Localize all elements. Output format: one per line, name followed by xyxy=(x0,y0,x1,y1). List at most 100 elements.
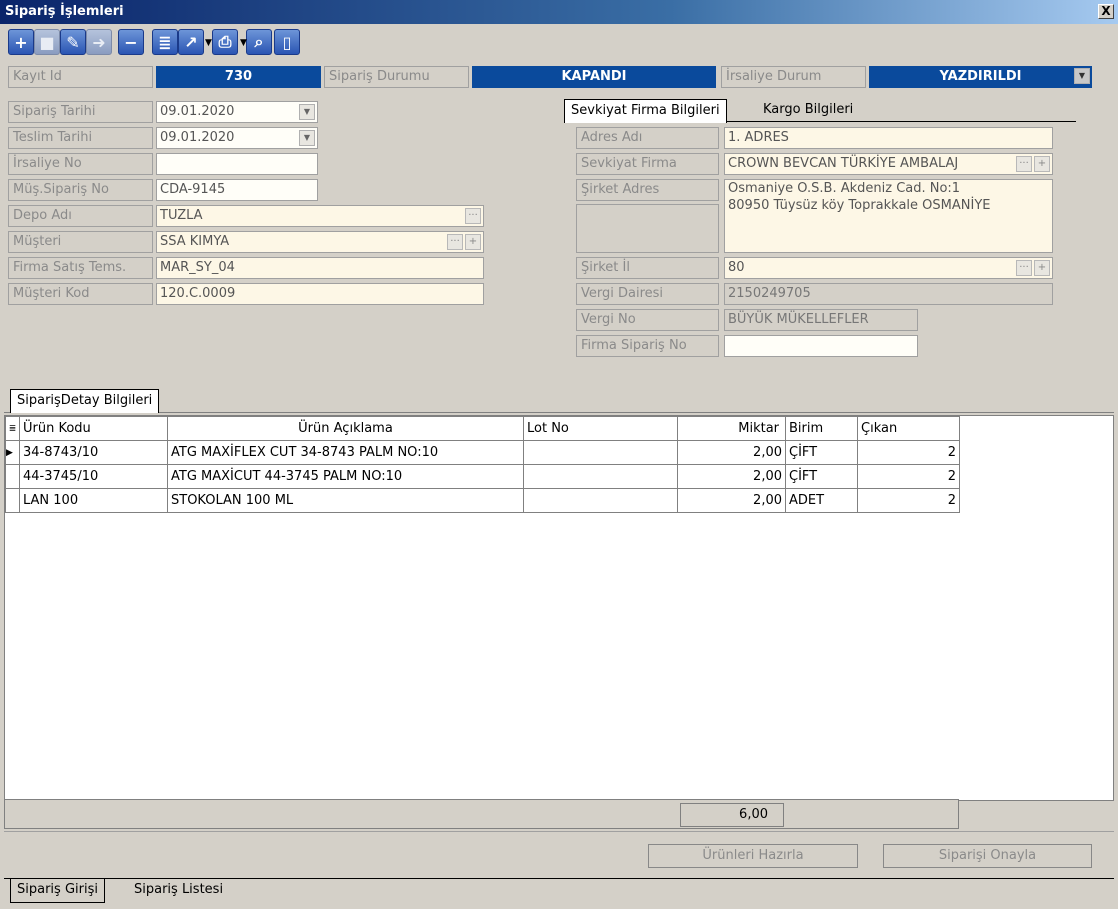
tab-siparis-detay[interactable]: SiparişDetay Bilgileri xyxy=(10,389,160,413)
row-indicator[interactable] xyxy=(5,488,20,513)
edit-icon: ✎ xyxy=(66,32,80,52)
irsaliye-durum-value: YAZDIRILDI xyxy=(939,69,1022,84)
table-row[interactable]: ▶ 34-8743/10 ATG MAXİFLEX CUT 34-8743 PALM… xyxy=(5,440,960,465)
sirket-il-field[interactable]: 80 ··· + xyxy=(724,257,1053,279)
teslim-tarihi-value: 09.01.2020 xyxy=(160,130,235,145)
col-lot-no[interactable]: Lot No xyxy=(523,416,678,441)
window-title: Sipariş İşlemleri xyxy=(5,4,124,19)
cell-birim[interactable]: ÇİFT xyxy=(785,464,858,489)
cell-miktar[interactable]: 2,00 xyxy=(677,488,786,513)
close-button[interactable]: X xyxy=(1098,4,1114,19)
teslim-tarihi-field[interactable]: 09.01.2020 ▼ xyxy=(156,127,318,149)
urunleri-hazirla-button[interactable]: Ürünleri Hazırla xyxy=(648,844,858,868)
irsaliye-durum-label: İrsaliye Durum xyxy=(721,66,866,88)
cell-cikan[interactable]: 2 xyxy=(857,488,960,513)
cell-aciklama[interactable]: ATG MAXİFLEX CUT 34-8743 PALM NO:10 xyxy=(167,440,524,465)
col-miktar[interactable]: Miktar xyxy=(677,416,786,441)
binoculars-button[interactable]: ⌕ xyxy=(246,29,272,55)
sirket-il-label: Şirket İl xyxy=(576,257,719,279)
col-urun-aciklama[interactable]: Ürün Açıklama xyxy=(167,416,524,441)
musteri-kod-field[interactable]: 120.C.0009 xyxy=(156,283,484,305)
save-icon: ■ xyxy=(39,32,55,52)
col-birim[interactable]: Birim xyxy=(785,416,858,441)
tab-sevkiyat-firma[interactable]: Sevkiyat Firma Bilgileri xyxy=(564,99,727,123)
vergi-no-field[interactable]: BÜYÜK MÜKELLEFLER xyxy=(724,309,918,331)
siparis-tarihi-value: 09.01.2020 xyxy=(160,104,235,119)
adres-adi-field[interactable]: 1. ADRES xyxy=(724,127,1053,149)
cell-cikan[interactable]: 2 xyxy=(857,440,960,465)
musteri-field[interactable]: SSA KIMYA ··· + xyxy=(156,231,484,253)
plus-icon[interactable]: + xyxy=(465,234,481,250)
document-button[interactable]: ≣ xyxy=(152,29,178,55)
tab-siparis-girisi[interactable]: Sipariş Girişi xyxy=(10,879,105,903)
cell-lot[interactable] xyxy=(523,440,678,465)
save-button[interactable]: ■ xyxy=(34,29,60,55)
detail-tab-line xyxy=(4,412,1114,413)
sirket-adres-line2: 80950 Tüysüz köy Toprakkale OSMANİYE xyxy=(728,198,991,213)
ellipsis-icon[interactable]: ··· xyxy=(1016,156,1032,172)
col-urun-kodu[interactable]: Ürün Kodu xyxy=(19,416,168,441)
cell-lot[interactable] xyxy=(523,488,678,513)
plus-icon: + xyxy=(14,32,28,52)
siparis-tarihi-field[interactable]: 09.01.2020 ▼ xyxy=(156,101,318,123)
depo-adi-field[interactable]: TUZLA ··· xyxy=(156,205,484,227)
sevkiyat-firma-value: CROWN BEVCAN TÜRKİYE AMBALAJ xyxy=(728,156,959,171)
sevkiyat-firma-field[interactable]: CROWN BEVCAN TÜRKİYE AMBALAJ ··· + xyxy=(724,153,1053,175)
cell-birim[interactable]: ÇİFT xyxy=(785,440,858,465)
cell-miktar[interactable]: 2,00 xyxy=(677,440,786,465)
cell-aciklama[interactable]: ATG MAXİCUT 44-3745 PALM NO:10 xyxy=(167,464,524,489)
document-icon: ≣ xyxy=(158,32,172,52)
exit-door-button[interactable]: ▯ xyxy=(274,29,300,55)
dropdown-arrow-icon[interactable]: ▼ xyxy=(205,38,212,48)
musteri-label: Müşteri xyxy=(8,231,153,253)
export-button[interactable]: ➜ xyxy=(86,29,112,55)
plus-icon[interactable]: + xyxy=(1034,260,1050,276)
tab-kargo-bilgileri[interactable]: Kargo Bilgileri xyxy=(757,99,859,123)
mus-siparis-no-field[interactable]: CDA-9145 xyxy=(156,179,318,201)
ellipsis-icon[interactable]: ··· xyxy=(447,234,463,250)
dropdown-arrow-icon[interactable]: ▼ xyxy=(240,38,247,48)
cell-aciklama[interactable]: STOKOLAN 100 ML xyxy=(167,488,524,513)
sirket-adres-line1: Osmaniye O.S.B. Akdeniz Cad. No:1 xyxy=(728,181,961,196)
tab-siparis-listesi[interactable]: Sipariş Listesi xyxy=(128,879,229,903)
cell-urun-kodu[interactable]: 34-8743/10 xyxy=(19,440,168,465)
grid-header-row: ≣ Ürün Kodu Ürün Açıklama Lot No Miktar … xyxy=(5,416,960,441)
plus-icon[interactable]: + xyxy=(1034,156,1050,172)
vergi-no-label: Vergi No xyxy=(576,309,719,331)
edit-button[interactable]: ✎ xyxy=(60,29,86,55)
cell-miktar[interactable]: 2,00 xyxy=(677,464,786,489)
chevron-down-icon[interactable]: ▼ xyxy=(299,130,315,146)
plus-button[interactable]: + xyxy=(8,29,34,55)
firma-satis-field[interactable]: MAR_SY_04 xyxy=(156,257,484,279)
ellipsis-icon[interactable]: ··· xyxy=(1016,260,1032,276)
ellipsis-icon[interactable]: ··· xyxy=(465,208,481,224)
grid-menu-icon[interactable]: ≣ xyxy=(5,416,20,441)
vergi-dairesi-field[interactable]: 2150249705 xyxy=(724,283,1053,305)
chevron-down-icon[interactable]: ▼ xyxy=(299,104,315,120)
minus-icon: − xyxy=(124,32,138,52)
teslim-tarihi-label: Teslim Tarihi xyxy=(8,127,153,149)
row-indicator[interactable] xyxy=(5,464,20,489)
order-detail-grid[interactable]: ≣ Ürün Kodu Ürün Açıklama Lot No Miktar … xyxy=(4,415,1114,801)
irsaliye-durum-select[interactable]: YAZDIRILDI ▼ xyxy=(869,66,1092,88)
cell-urun-kodu[interactable]: 44-3745/10 xyxy=(19,464,168,489)
cell-urun-kodu[interactable]: LAN 100 xyxy=(19,488,168,513)
minus-button[interactable]: − xyxy=(118,29,144,55)
table-row[interactable]: 44-3745/10 ATG MAXİCUT 44-3745 PALM NO:10… xyxy=(5,464,960,489)
current-row-indicator-icon[interactable]: ▶ xyxy=(5,440,20,465)
cell-lot[interactable] xyxy=(523,464,678,489)
cell-birim[interactable]: ADET xyxy=(785,488,858,513)
window-title-bar: Sipariş İşlemleri xyxy=(0,0,1118,24)
firma-siparis-no-field[interactable] xyxy=(724,335,918,357)
print-button[interactable]: ⎙ xyxy=(212,29,238,55)
siparis-tarihi-label: Sipariş Tarihi xyxy=(8,101,153,123)
siparisi-onayla-button[interactable]: Siparişi Onayla xyxy=(883,844,1092,868)
table-row[interactable]: LAN 100 STOKOLAN 100 ML 2,00 ADET 2 xyxy=(5,488,960,513)
cell-cikan[interactable]: 2 xyxy=(857,464,960,489)
chart-button[interactable]: ↗ xyxy=(178,29,204,55)
chevron-down-icon[interactable]: ▼ xyxy=(1074,68,1090,84)
sirket-adres-field[interactable]: Osmaniye O.S.B. Akdeniz Cad. No:1 80950 … xyxy=(724,179,1053,253)
irsaliye-no-field[interactable] xyxy=(156,153,318,175)
musteri-value: SSA KIMYA xyxy=(160,234,230,249)
col-cikan[interactable]: Çıkan xyxy=(857,416,960,441)
